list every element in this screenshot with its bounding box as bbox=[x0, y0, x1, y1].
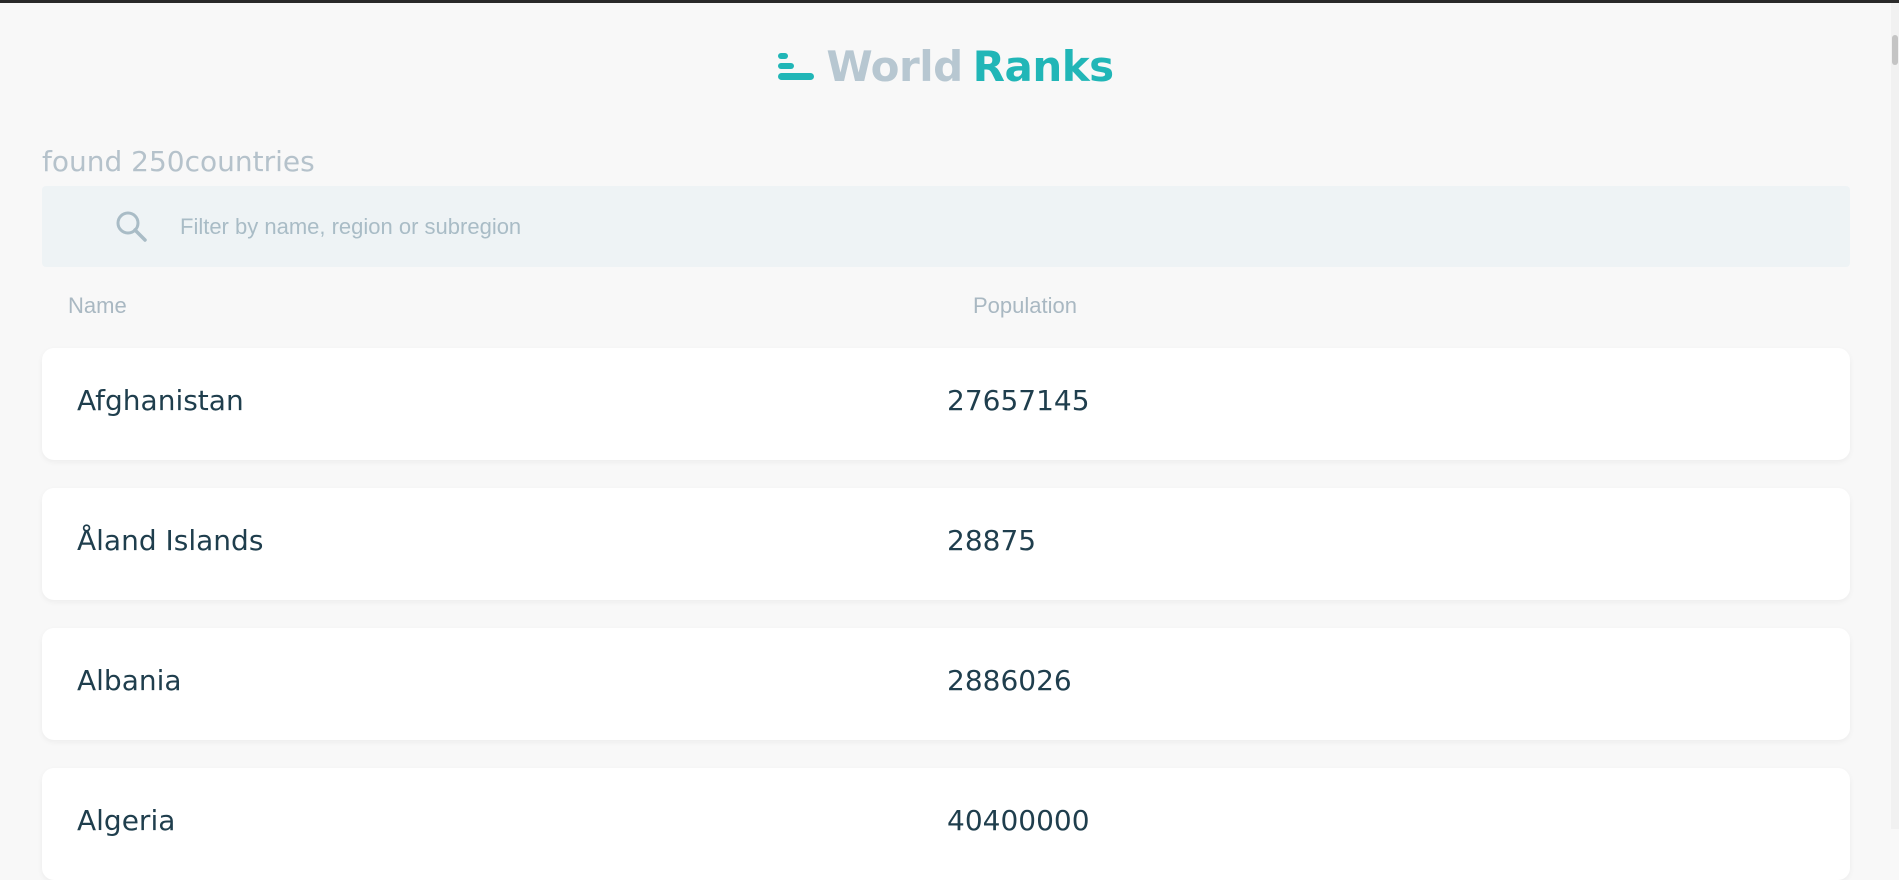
country-population: 27657145 bbox=[947, 384, 1090, 417]
country-population: 28875 bbox=[947, 524, 1037, 557]
window-top-border bbox=[0, 0, 1899, 3]
logo-word-world: World bbox=[826, 42, 963, 91]
table-header: Name Population bbox=[0, 293, 1890, 323]
column-header-population[interactable]: Population bbox=[973, 293, 1077, 319]
table-row[interactable]: Algeria 40400000 bbox=[42, 768, 1850, 880]
results-count: found 250countries bbox=[42, 145, 315, 178]
search-icon bbox=[116, 211, 147, 242]
country-name: Åland Islands bbox=[77, 524, 264, 557]
scrollbar-thumb[interactable] bbox=[1892, 35, 1898, 65]
bar-rank-icon bbox=[778, 52, 815, 80]
table-row[interactable]: Albania 2886026 bbox=[42, 628, 1850, 740]
column-header-name[interactable]: Name bbox=[68, 293, 127, 319]
search-input[interactable] bbox=[180, 206, 1680, 247]
country-population: 2886026 bbox=[947, 664, 1072, 697]
logo-word-ranks: Ranks bbox=[972, 42, 1115, 91]
app-logo[interactable]: World Ranks bbox=[0, 42, 1890, 91]
page-scrollbar[interactable] bbox=[1891, 3, 1899, 829]
search-bar[interactable] bbox=[42, 186, 1850, 267]
table-row[interactable]: Åland Islands 28875 bbox=[42, 488, 1850, 600]
country-name: Algeria bbox=[77, 804, 176, 837]
country-name: Albania bbox=[77, 664, 182, 697]
table-row[interactable]: Afghanistan 27657145 bbox=[42, 348, 1850, 460]
logo-text: World Ranks bbox=[826, 42, 1115, 91]
country-population: 40400000 bbox=[947, 804, 1090, 837]
country-name: Afghanistan bbox=[77, 384, 244, 417]
